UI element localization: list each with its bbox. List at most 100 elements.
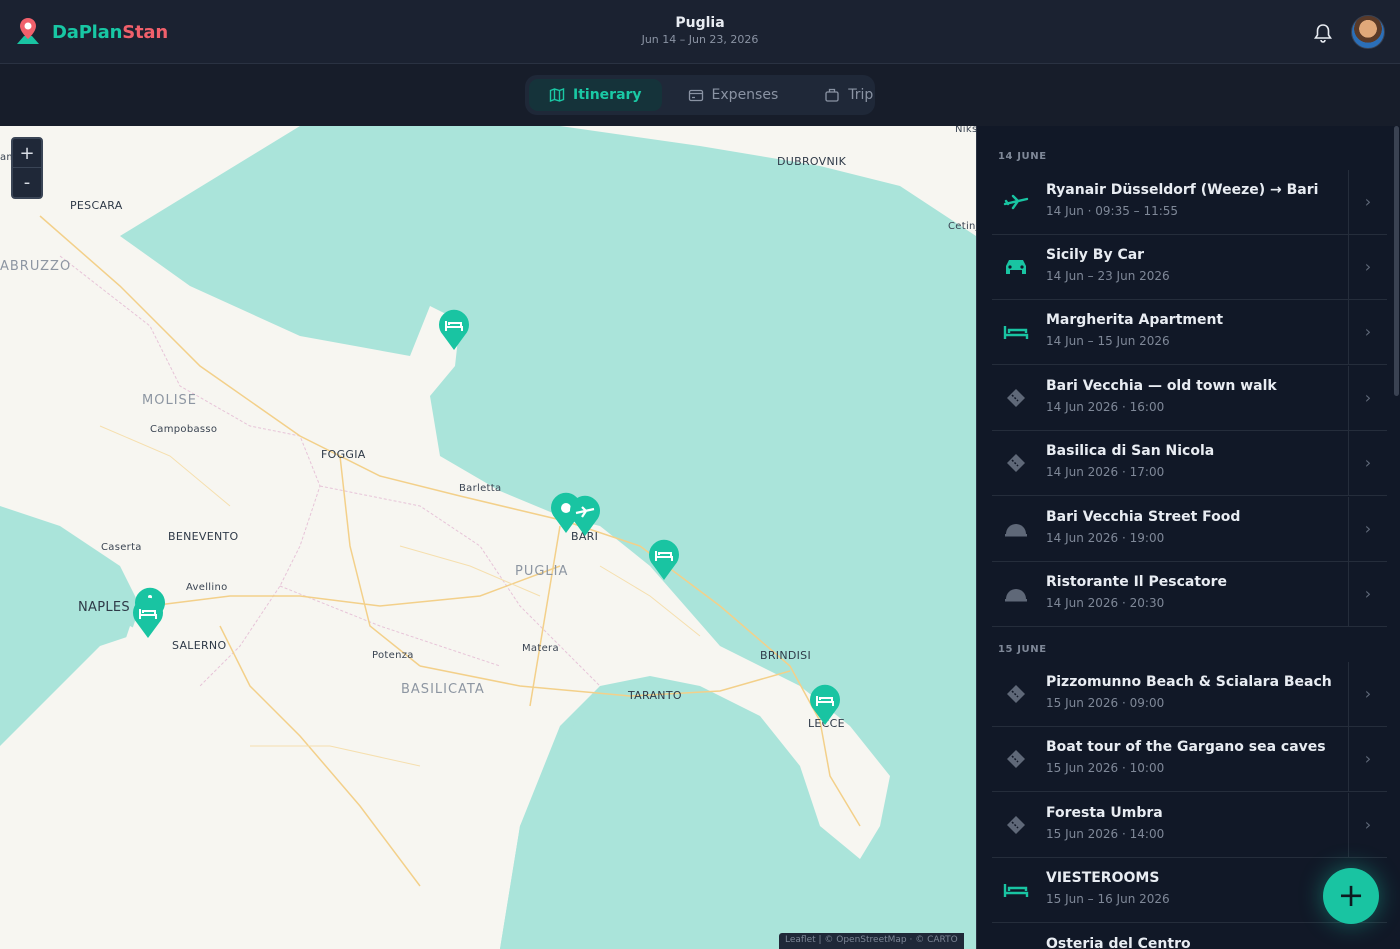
notification-bell-icon[interactable] (1312, 22, 1334, 44)
item-title: Osteria del Centro (1046, 936, 1191, 949)
item-subtitle: 15 Jun 2026 · 09:00 (1046, 696, 1165, 710)
list-item[interactable]: Bari Vecchia — old town walk 14 Jun 2026… (992, 366, 1387, 431)
tab-itinerary[interactable]: Itinerary (529, 79, 662, 111)
map-label-niks: Niks (955, 126, 976, 135)
map-basemap (0, 126, 976, 949)
item-subtitle: 15 Jun 2026 · 10:00 (1046, 761, 1165, 775)
chevron-right-icon[interactable]: › (1348, 793, 1387, 857)
list-item[interactable]: Foresta Umbra 15 Jun 2026 · 14:00 › (992, 793, 1387, 858)
trip-dates: Jun 14 – Jun 23, 2026 (641, 33, 759, 46)
map-label-benevento: BENEVENTO (168, 530, 239, 543)
zoom-out-button[interactable]: - (13, 168, 41, 197)
map-label-campobasso: Campobasso (150, 424, 218, 435)
map-label-caserta: Caserta (101, 542, 142, 553)
list-item[interactable]: Margherita Apartment 14 Jun – 15 Jun 202… (992, 300, 1387, 365)
list-item[interactable]: Osteria del Centro (992, 924, 1387, 949)
chevron-right-icon[interactable]: › (1348, 300, 1387, 364)
tab-trip[interactable]: Trip (804, 79, 893, 111)
map-label-foggia: FOGGIA (321, 448, 366, 461)
item-title: VIESTEROOMS (1046, 870, 1160, 886)
chevron-right-icon[interactable]: › (1348, 235, 1387, 299)
view-tabs: Itinerary Expenses Trip (525, 75, 875, 115)
item-subtitle: 14 Jun 2026 · 17:00 (1046, 465, 1165, 479)
item-title: Bari Vecchia Street Food (1046, 509, 1241, 525)
chevron-right-icon[interactable]: › (1348, 562, 1387, 626)
list-item[interactable]: Basilica di San Nicola 14 Jun 2026 · 17:… (992, 431, 1387, 496)
map-label-dubrovnik: DUBROVNIK (777, 155, 847, 168)
item-subtitle: 14 Jun · 09:35 – 11:55 (1046, 204, 1179, 218)
map-label-abruzzo: ABRUZZO (0, 259, 72, 274)
map-zoom-control: + - (11, 137, 43, 199)
map-label-brindisi: BRINDISI (760, 649, 812, 662)
app-header: DaPlanStan Puglia Jun 14 – Jun 23, 2026 (0, 0, 1400, 64)
item-title: Boat tour of the Gargano sea caves (1046, 739, 1326, 755)
map-label-puglia: PUGLIA (515, 564, 569, 579)
chevron-right-icon[interactable]: › (1348, 497, 1387, 561)
ticket-icon (1007, 389, 1025, 407)
map-label-taranto: TARANTO (628, 689, 682, 702)
cloche-icon (1005, 589, 1027, 602)
suitcase-icon (825, 88, 839, 102)
item-title: Bari Vecchia — old town walk (1046, 378, 1277, 394)
item-title: Basilica di San Nicola (1046, 443, 1215, 459)
chevron-right-icon[interactable]: › (1348, 662, 1387, 726)
map-label-potenza: Potenza (372, 650, 414, 661)
item-subtitle: 14 Jun 2026 · 16:00 (1046, 400, 1165, 414)
map-pin-bed-icon[interactable] (437, 307, 471, 351)
map-label-pescara: PESCARA (70, 199, 123, 212)
map-pin-plane-icon[interactable] (568, 493, 602, 537)
view-switcher-bar: Itinerary Expenses Trip (0, 65, 1400, 126)
wallet-icon (688, 89, 703, 102)
tab-trip-label: Trip (848, 87, 874, 103)
list-item[interactable]: Ryanair Düsseldorf (Weeze) → Bari 14 Jun… (992, 170, 1387, 235)
car-icon (1006, 260, 1026, 274)
list-item[interactable]: Pizzomunno Beach & Scialara Beach 15 Jun… (992, 662, 1387, 727)
trip-title: Puglia (675, 15, 725, 31)
map-label-basilicata: BASILICATA (401, 682, 485, 697)
map-label-cetin: Cetinj (948, 221, 976, 232)
item-subtitle: 15 Jun – 16 Jun 2026 (1046, 892, 1170, 906)
map-pin-bed-icon[interactable] (647, 537, 681, 581)
plane-icon (1003, 194, 1029, 210)
ticket-icon (1007, 685, 1025, 703)
map-icon (549, 87, 565, 103)
map-attribution[interactable]: Leaflet | © OpenStreetMap · © CARTO (779, 933, 964, 949)
list-item[interactable]: Bari Vecchia Street Food 14 Jun 2026 · 1… (992, 497, 1387, 562)
ticket-icon (1007, 750, 1025, 768)
map-label-avellino: Avellino (186, 582, 228, 593)
map-label-matera: Matera (522, 643, 559, 654)
cloche-icon (1003, 944, 1029, 949)
chevron-right-icon[interactable]: › (1348, 727, 1387, 791)
list-item[interactable]: Boat tour of the Gargano sea caves 15 Ju… (992, 727, 1387, 792)
map-label-naples: NAPLES (78, 600, 130, 615)
map-label-molise: MOLISE (142, 393, 197, 408)
map-pin-bed-icon[interactable] (131, 595, 165, 639)
zoom-in-button[interactable]: + (13, 139, 41, 168)
map-pin-bed-icon[interactable] (808, 682, 842, 726)
add-item-button[interactable]: + (1323, 868, 1379, 924)
item-subtitle: 14 Jun – 15 Jun 2026 (1046, 334, 1170, 348)
item-title: Pizzomunno Beach & Scialara Beach (1046, 674, 1332, 690)
sidebar-scrollbar[interactable] (1394, 126, 1399, 396)
tab-itinerary-label: Itinerary (573, 87, 642, 103)
item-subtitle: 14 Jun 2026 · 19:00 (1046, 531, 1165, 545)
item-title: Margherita Apartment (1046, 312, 1224, 328)
itinerary-sidebar: 14 JUNE Ryanair Düsseldorf (Weeze) → Bar… (976, 126, 1400, 949)
item-title: Foresta Umbra (1046, 805, 1163, 821)
list-item[interactable]: Sicily By Car 14 Jun – 23 Jun 2026 › (992, 235, 1387, 300)
item-title: Sicily By Car (1046, 247, 1145, 263)
chevron-right-icon[interactable]: › (1348, 366, 1387, 430)
item-subtitle: 14 Jun – 23 Jun 2026 (1046, 269, 1170, 283)
chevron-right-icon[interactable]: › (1348, 431, 1387, 495)
cloche-icon (1005, 524, 1027, 537)
chevron-right-icon[interactable]: › (1348, 170, 1387, 234)
item-title: Ryanair Düsseldorf (Weeze) → Bari (1046, 182, 1319, 198)
bed-icon (1003, 884, 1029, 897)
itinerary-map[interactable]: PESCARA ABRUZZO MOLISE Campobasso FOGGIA… (0, 126, 976, 949)
list-item[interactable]: Ristorante Il Pescatore 14 Jun 2026 · 20… (992, 562, 1387, 627)
user-avatar[interactable] (1351, 15, 1385, 49)
map-label-salerno: SALERNO (172, 639, 227, 652)
tab-expenses[interactable]: Expenses (668, 79, 799, 111)
map-label-barletta: Barletta (459, 483, 502, 494)
day-header: 14 JUNE (998, 151, 1047, 162)
